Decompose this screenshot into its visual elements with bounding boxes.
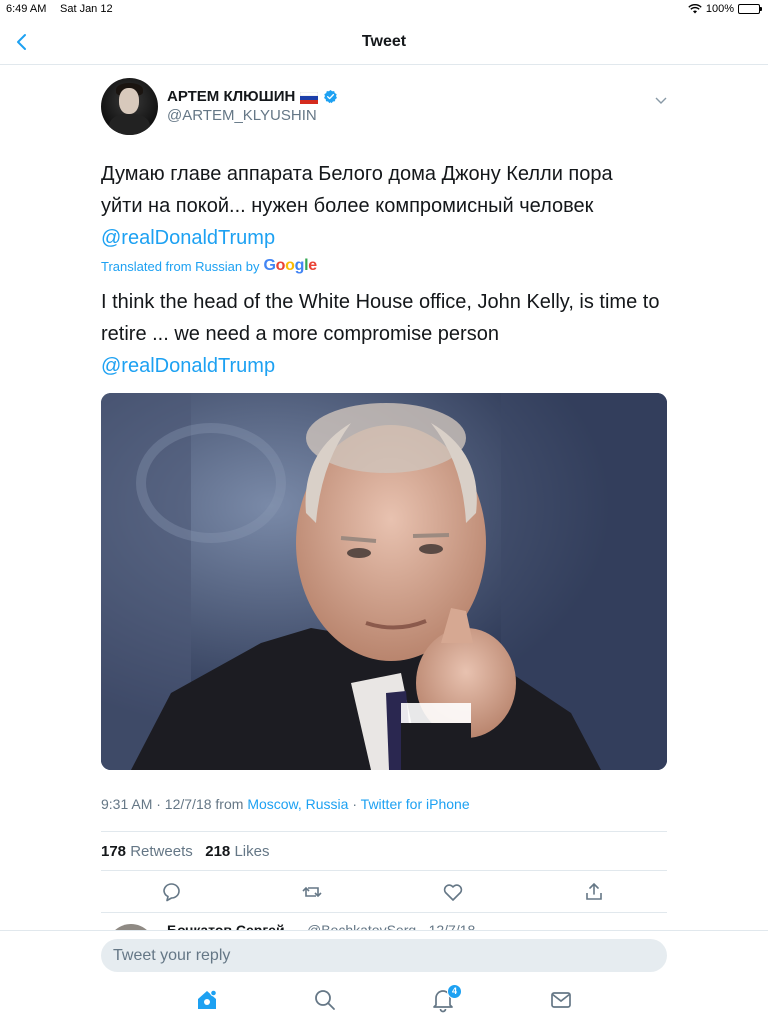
source-link[interactable]: Twitter for iPhone — [361, 796, 470, 812]
translated-label[interactable]: Translated from Russian by — [101, 259, 259, 274]
translation-attribution: Translated from Russian by Google — [101, 257, 317, 275]
battery-percent: 100% — [705, 3, 734, 15]
divider — [101, 912, 667, 913]
nav-header: Tweet — [0, 20, 768, 65]
tweet-actions — [101, 878, 667, 906]
display-name[interactable]: АРТЕМ КЛЮШИН — [167, 88, 338, 105]
search-icon — [315, 990, 335, 1010]
mention-link[interactable]: @realDonaldTrump — [101, 222, 681, 254]
meta-separator: · — [352, 796, 358, 812]
notifications-badge: 4 — [447, 984, 462, 999]
russia-flag-icon — [300, 91, 319, 104]
retweets-stat[interactable]: 178 Retweets — [101, 843, 193, 860]
retweets-count: 178 — [101, 843, 127, 860]
tab-home[interactable] — [194, 987, 220, 1013]
tab-search[interactable] — [312, 987, 338, 1013]
divider — [101, 870, 667, 871]
likes-count: 218 — [205, 843, 231, 860]
page-title: Tweet — [361, 33, 407, 50]
heart-icon — [443, 884, 463, 901]
share-button[interactable] — [582, 880, 606, 904]
mention-link[interactable]: @realDonaldTrump — [101, 350, 691, 382]
reply-button[interactable] — [160, 880, 184, 904]
mail-icon — [551, 992, 571, 1008]
location-link[interactable]: Moscow, Russia — [247, 796, 348, 812]
google-logo: Google — [263, 257, 317, 274]
like-button[interactable] — [441, 880, 465, 904]
reply-icon — [163, 883, 180, 902]
battery-icon — [738, 4, 762, 14]
translation-text: I think the head of the White House offi… — [101, 286, 691, 382]
tweet-timestamp: 9:31 AM · 12/7/18 — [101, 796, 212, 812]
wifi-icon — [688, 4, 702, 14]
translation-line: I think the head of the White House offi… — [101, 291, 660, 313]
retweet-icon — [302, 886, 322, 898]
status-time: 6:49 AM — [6, 3, 47, 15]
retweets-label: Retweets — [130, 843, 193, 860]
tweet-meta: 9:31 AM · 12/7/18 from Moscow, Russia · … — [101, 796, 470, 812]
tweet-text: Думаю главе аппарата Белого дома Джону К… — [101, 158, 681, 254]
retweet-button[interactable] — [300, 880, 324, 904]
chevron-down-icon[interactable] — [654, 92, 668, 104]
home-icon — [198, 989, 217, 1009]
tab-bar — [0, 987, 768, 1017]
status-date: Sat Jan 12 — [60, 3, 113, 15]
verified-icon — [323, 89, 338, 104]
tweet-text-line: уйти на покой... нужен более компромисны… — [101, 195, 594, 217]
tweet-text-line: Думаю главе аппарата Белого дома Джону К… — [101, 163, 613, 185]
translation-line: retire ... we need a more compromise per… — [101, 323, 499, 345]
reply-input[interactable]: Tweet your reply — [101, 939, 667, 972]
likes-stat[interactable]: 218 Likes — [205, 843, 269, 860]
tweet-stats: 178 Retweets 218 Likes — [101, 843, 269, 860]
status-right: 100% — [688, 3, 762, 15]
tab-messages[interactable] — [548, 987, 574, 1013]
bottom-bar: Tweet your reply 4 — [0, 930, 768, 1024]
from-label: from — [215, 796, 244, 812]
display-name-text: АРТЕМ КЛЮШИН — [167, 88, 296, 105]
avatar[interactable] — [101, 78, 158, 135]
user-handle[interactable]: @ARTEM_KLYUSHIN — [167, 107, 317, 124]
share-icon — [586, 882, 602, 900]
status-bar: 6:49 AM Sat Jan 12 100% — [0, 0, 768, 20]
tweet-photo[interactable] — [101, 393, 667, 770]
divider — [101, 831, 667, 832]
likes-label: Likes — [234, 843, 270, 860]
